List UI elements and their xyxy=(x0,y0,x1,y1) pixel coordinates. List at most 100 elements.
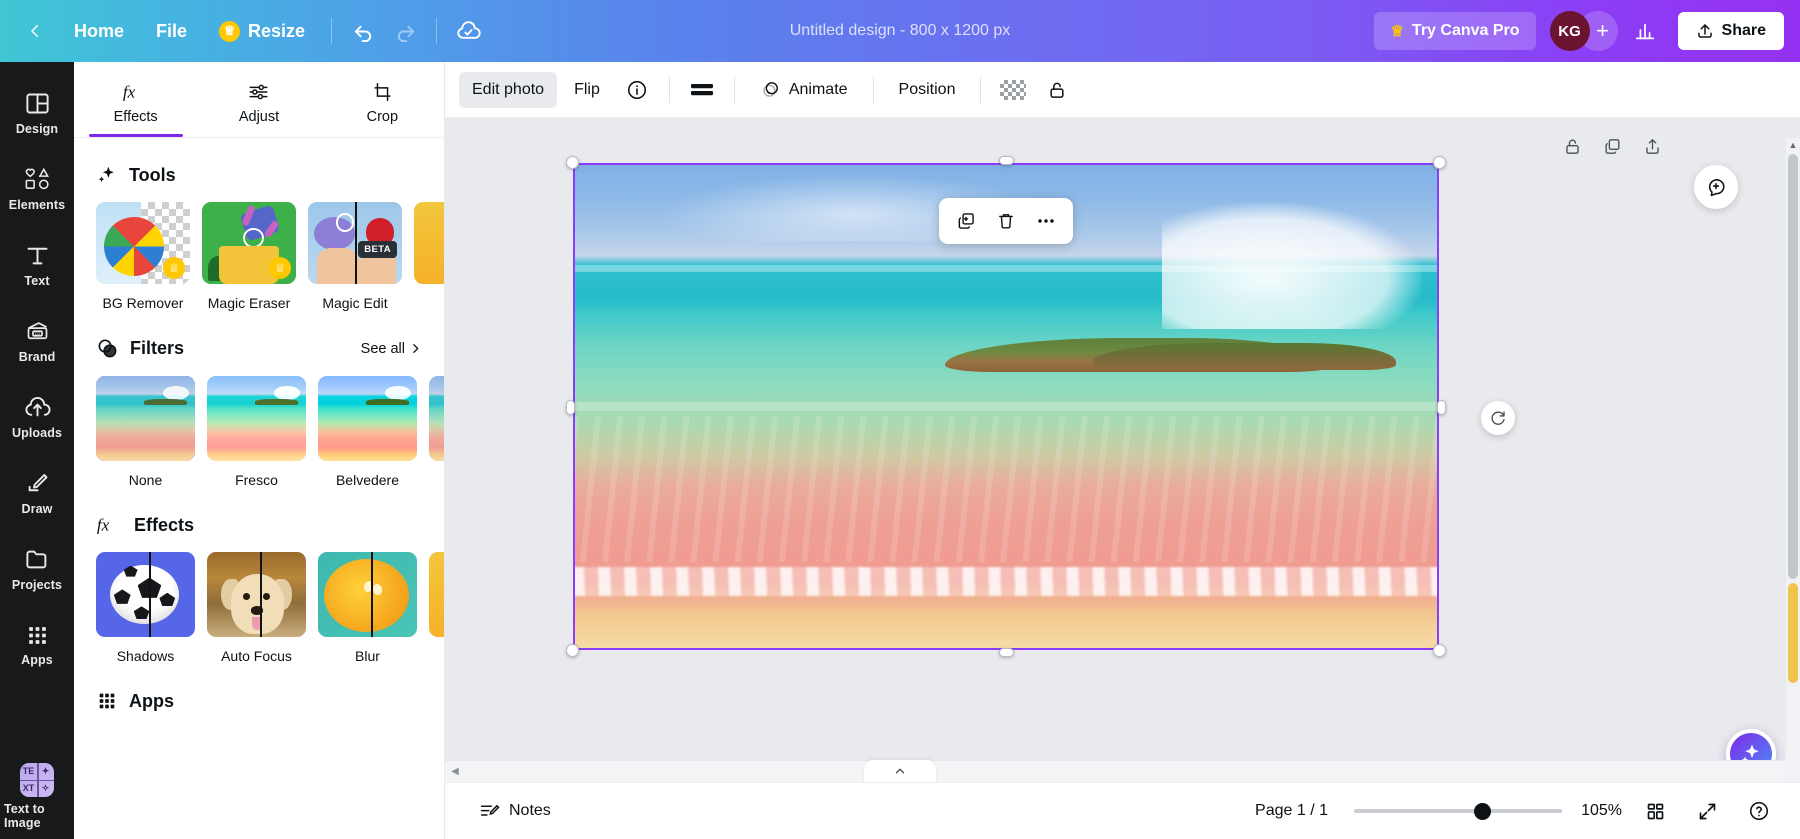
filter-label: Belvedere xyxy=(318,472,417,488)
sidebar-item-label: Elements xyxy=(9,198,65,212)
design-title[interactable]: Untitled design - 800 x 1200 px xyxy=(778,16,1023,46)
tab-effects[interactable]: fx Effects xyxy=(74,62,197,137)
comment-add-icon[interactable] xyxy=(1694,165,1738,209)
tool-card-magic-eraser[interactable]: ♕ Magic Eraser xyxy=(202,202,296,311)
design-page[interactable] xyxy=(573,163,1439,650)
flip-button[interactable]: Flip xyxy=(561,72,613,108)
fullscreen-expand-icon[interactable] xyxy=(1688,792,1726,830)
filter-card-fresco[interactable]: Fresco xyxy=(207,376,306,488)
sidebar-item-projects[interactable]: Projects xyxy=(4,532,70,606)
tool-label: BG Remover xyxy=(96,295,190,311)
sidebar-item-uploads[interactable]: Uploads xyxy=(4,380,70,454)
resize-handle-top[interactable] xyxy=(999,156,1014,165)
tab-label: Adjust xyxy=(239,109,279,125)
tool-card-partial[interactable] xyxy=(414,202,444,311)
info-circle-icon[interactable] xyxy=(617,70,657,110)
transparency-bars-icon[interactable] xyxy=(682,70,722,110)
layout-design-icon xyxy=(24,90,51,117)
filter-thumbnail xyxy=(96,376,195,461)
resize-handle-left[interactable] xyxy=(566,400,575,415)
resize-button[interactable]: Resize xyxy=(203,13,321,50)
avatar[interactable]: KG xyxy=(1550,11,1590,51)
effect-card-shadows[interactable]: Shadows xyxy=(96,552,195,664)
panel-tab-bar: fx Effects Adjust Crop xyxy=(74,62,444,138)
tool-thumbnail: BETA xyxy=(308,202,402,284)
effect-card-auto-focus[interactable]: Auto Focus xyxy=(207,552,306,664)
tab-crop[interactable]: Crop xyxy=(321,62,444,137)
resize-label: Resize xyxy=(248,21,305,42)
more-options-icon[interactable] xyxy=(1027,202,1065,240)
sidebar-item-text[interactable]: Text xyxy=(4,228,70,302)
back-chevron-icon[interactable] xyxy=(26,22,44,40)
resize-handle-bottom-left[interactable] xyxy=(566,644,579,657)
sidebar-item-draw[interactable]: Draw xyxy=(4,456,70,530)
sidebar-item-brand[interactable]: CO Brand xyxy=(4,304,70,378)
canvas-h-scroll-track[interactable] xyxy=(465,768,1780,775)
cloud-saved-icon[interactable] xyxy=(447,10,489,52)
canvas-horizontal-scrollbar[interactable]: ◀ ▶ xyxy=(445,760,1800,782)
text-to-image-icon: TE ✦ XT ✧ xyxy=(20,763,54,797)
file-menu-button[interactable]: File xyxy=(140,13,203,50)
canvas-area[interactable] xyxy=(445,118,1800,839)
duplicate-icon[interactable] xyxy=(947,202,985,240)
scroll-up-arrow[interactable]: ▲ xyxy=(1786,138,1800,152)
share-button[interactable]: Share xyxy=(1678,12,1784,50)
notes-button[interactable]: Notes xyxy=(467,793,563,830)
grid-view-icon[interactable] xyxy=(1636,792,1674,830)
zoom-slider[interactable] xyxy=(1354,802,1562,820)
sidebar-item-text-to-image[interactable]: TE ✦ XT ✧ Text to Image xyxy=(4,759,70,833)
page-indicator[interactable]: Page 1 / 1 xyxy=(1243,794,1340,828)
tool-card-bg-remover[interactable]: ♕ BG Remover xyxy=(96,202,190,311)
duplicate-icon[interactable] xyxy=(1594,128,1630,164)
panel-scrollbar[interactable]: ▲ ▼ xyxy=(1786,138,1800,839)
trash-delete-icon[interactable] xyxy=(987,202,1025,240)
tool-card-magic-edit[interactable]: BETA Magic Edit xyxy=(308,202,402,311)
try-canva-pro-button[interactable]: ♕ Try Canva Pro xyxy=(1374,12,1535,50)
filter-card-belvedere[interactable]: Belvedere xyxy=(318,376,417,488)
help-question-icon[interactable] xyxy=(1740,792,1778,830)
insights-chart-icon[interactable] xyxy=(1624,10,1666,52)
upload-cloud-icon xyxy=(24,394,51,421)
transparency-checker-icon[interactable] xyxy=(993,70,1033,110)
sidebar-item-apps[interactable]: Apps xyxy=(4,608,70,682)
tab-adjust[interactable]: Adjust xyxy=(197,62,320,137)
home-menu-button[interactable]: Home xyxy=(58,13,140,50)
resize-handle-top-left[interactable] xyxy=(566,156,579,169)
scroll-left-arrow[interactable]: ◀ xyxy=(445,766,465,777)
filters-see-all-link[interactable]: See all xyxy=(361,341,422,357)
effects-side-panel: fx Effects Adjust Crop Tools xyxy=(74,62,445,839)
effect-card-partial[interactable] xyxy=(429,552,444,664)
top-bar-left-group: Home File Resize xyxy=(0,10,489,52)
resize-handle-bottom-right[interactable] xyxy=(1433,644,1446,657)
sidebar-item-design[interactable]: Design xyxy=(4,76,70,150)
resize-handle-right[interactable] xyxy=(1437,400,1446,415)
collapse-panel-button[interactable] xyxy=(864,760,936,782)
panel-scroll-thumb[interactable] xyxy=(1788,154,1798,579)
undo-button[interactable] xyxy=(342,10,384,52)
sidebar-item-label: Design xyxy=(16,122,58,136)
lock-icon[interactable] xyxy=(1037,70,1077,110)
zoom-knob[interactable] xyxy=(1474,803,1491,820)
tool-label: Magic Edit xyxy=(308,295,402,311)
pencil-draw-icon xyxy=(24,470,51,497)
sidebar-item-elements[interactable]: Elements xyxy=(4,152,70,226)
filter-card-none[interactable]: None xyxy=(96,376,195,488)
lock-icon[interactable] xyxy=(1554,128,1590,164)
text-t-icon xyxy=(24,242,51,269)
chevron-up-icon xyxy=(893,764,907,778)
edit-photo-button[interactable]: Edit photo xyxy=(459,72,557,108)
rotate-handle-icon[interactable] xyxy=(1481,401,1515,435)
position-button[interactable]: Position xyxy=(886,72,969,108)
effect-card-blur[interactable]: Blur xyxy=(318,552,417,664)
redo-button[interactable] xyxy=(384,10,426,52)
filter-thumbnail xyxy=(318,376,417,461)
filter-card-partial[interactable] xyxy=(429,376,444,488)
animate-button[interactable]: Animate xyxy=(747,70,861,109)
flip-label: Flip xyxy=(574,81,600,99)
fx-icon: fx xyxy=(122,81,149,103)
section-title: Filters xyxy=(130,338,184,359)
resize-handle-top-right[interactable] xyxy=(1433,156,1446,169)
resize-handle-bottom[interactable] xyxy=(999,648,1014,657)
object-toolbar: Edit photo Flip Animate Position xyxy=(445,62,1800,118)
export-share-icon[interactable] xyxy=(1634,128,1670,164)
